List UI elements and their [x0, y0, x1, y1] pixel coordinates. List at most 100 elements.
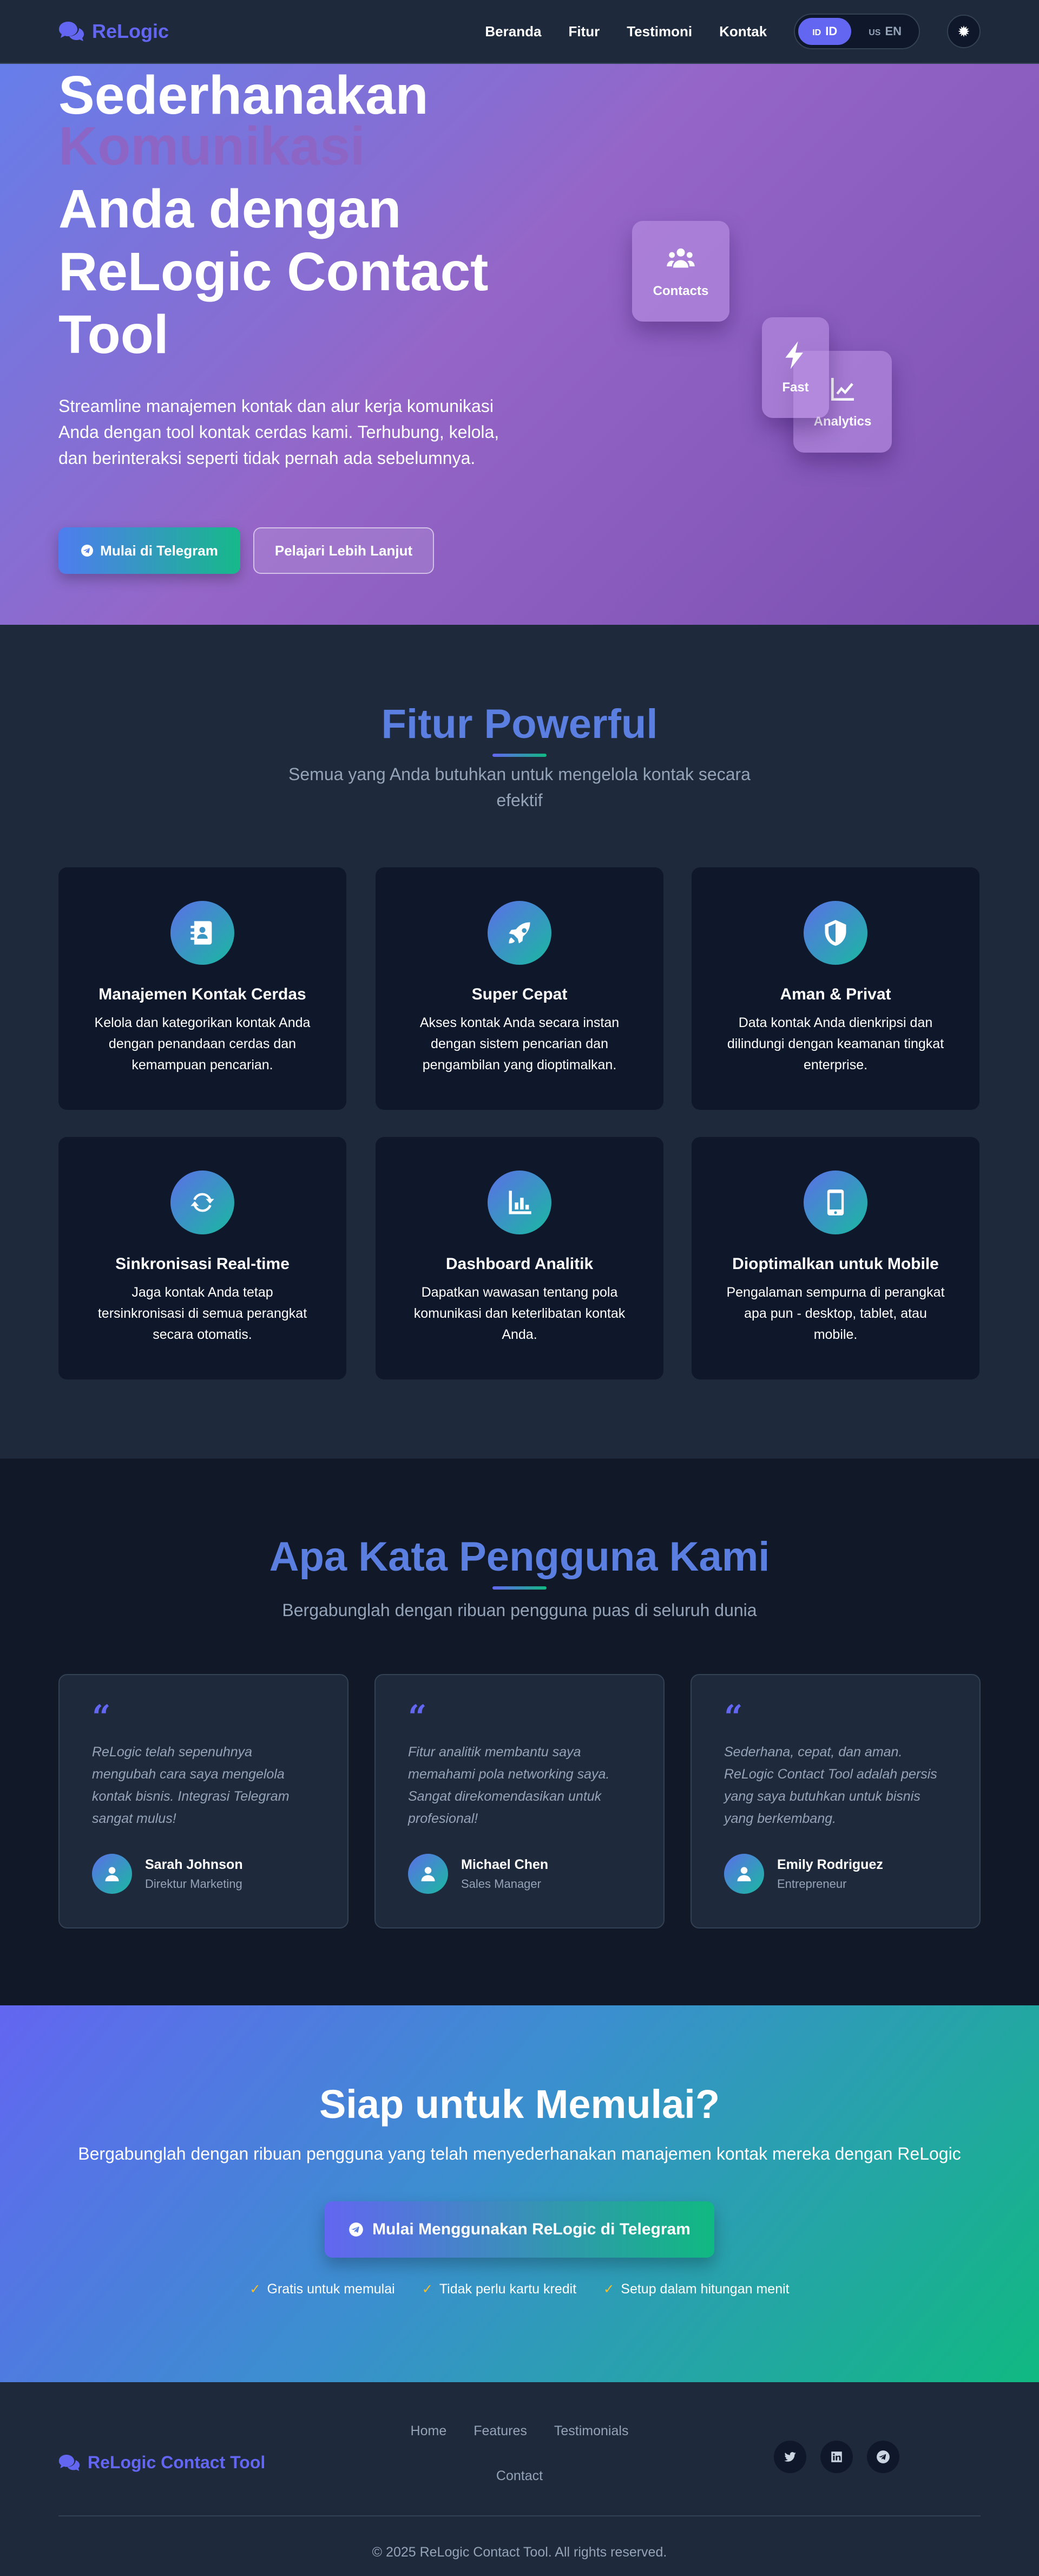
footer-brand-name: ReLogic Contact Tool	[88, 2453, 266, 2472]
features-subtitle: Semua yang Anda butuhkan untuk mengelola…	[288, 764, 751, 810]
rocket-icon	[509, 922, 530, 944]
feature-title: Dashboard Analitik	[445, 1255, 594, 1273]
nav-link-fitur[interactable]: Fitur	[568, 23, 600, 40]
author-role: Direktur Marketing	[145, 1877, 242, 1891]
nav-link-kontak[interactable]: Kontak	[719, 23, 767, 40]
lang-id-label: ID	[825, 24, 838, 38]
feature-card: Dashboard Analitik Dapatkan wawasan tent…	[376, 1137, 663, 1379]
theme-toggle-button[interactable]: ✹	[947, 15, 981, 48]
footer-link-contact[interactable]: Contact	[496, 2468, 543, 2484]
footer-divider	[58, 2515, 981, 2516]
testimonial-author: Sarah Johnson Direktur Marketing	[92, 1854, 243, 1894]
chart-icon	[509, 1191, 531, 1214]
user-icon	[737, 1867, 751, 1881]
avatar	[408, 1854, 448, 1894]
linkedin-button[interactable]	[820, 2441, 853, 2473]
telegram-icon	[877, 2450, 890, 2463]
user-icon	[105, 1867, 119, 1881]
feature-card: Sinkronisasi Real-time Jaga kontak Anda …	[58, 1137, 346, 1379]
footer-brand[interactable]: ReLogic Contact Tool	[58, 2453, 265, 2473]
quote-icon: “	[724, 1698, 743, 1736]
feature-icon-wrap	[170, 1171, 234, 1234]
user-icon	[421, 1867, 435, 1881]
footer-link-home[interactable]: Home	[411, 2423, 447, 2439]
twitter-icon	[784, 2452, 796, 2462]
check-item: ✓ Gratis untuk memulai	[249, 2281, 394, 2297]
telegram-icon	[349, 2222, 363, 2237]
footer-link-features[interactable]: Features	[474, 2423, 527, 2439]
learn-more-button[interactable]: Pelajari Lebih Lanjut	[253, 527, 434, 574]
feature-icon-wrap	[488, 901, 551, 965]
footer-links: Home Features Testimonials Contact	[379, 2423, 660, 2484]
feature-desc: Kelola dan kategorikan kontak Anda denga…	[94, 1015, 311, 1073]
start-telegram-button[interactable]: Mulai di Telegram	[58, 527, 240, 574]
check-label: Setup dalam hitungan menit	[621, 2281, 790, 2297]
check-label: Gratis untuk memulai	[267, 2281, 395, 2297]
cta-checklist: ✓ Gratis untuk memulai ✓ Tidak perlu kartu…	[0, 2281, 1039, 2297]
twitter-button[interactable]	[774, 2441, 806, 2473]
feature-card: Manajemen Kontak Cerdas Kelola dan kateg…	[58, 867, 346, 1110]
footer: ReLogic Contact Tool Home Features Testi…	[0, 2382, 1039, 2576]
chat-bubbles-icon	[59, 22, 84, 41]
lang-en-label: EN	[885, 24, 902, 38]
feature-card: Aman & Privat Data kontak Anda dienkrips…	[692, 867, 979, 1110]
users-icon	[667, 248, 695, 268]
feature-desc: Dapatkan wawasan tentang pola komunikasi…	[413, 1285, 626, 1342]
check-icon: ✓	[249, 2282, 261, 2297]
quote-icon: “	[408, 1698, 427, 1736]
check-icon: ✓	[603, 2282, 615, 2297]
lang-id-button[interactable]: ID ID	[798, 18, 852, 45]
language-switcher: ID ID US EN	[794, 14, 920, 49]
hero-title-rest: Anda dengan ReLogic Contact Tool	[58, 179, 489, 365]
fast-float-card: Fast	[762, 317, 829, 418]
hero-title: Sederhanakan Komunikasi Anda dengan ReLo…	[58, 64, 524, 366]
sync-icon	[190, 1193, 214, 1212]
feature-title: Super Cepat	[471, 985, 568, 1003]
feature-title: Sinkronisasi Real-time	[115, 1255, 290, 1273]
author-name: Emily Rodriguez	[777, 1856, 883, 1872]
telegram-button[interactable]	[867, 2441, 899, 2473]
feature-title: Manajemen Kontak Cerdas	[98, 985, 306, 1003]
telegram-icon	[81, 545, 94, 557]
feature-icon-wrap	[804, 901, 867, 965]
brand-logo[interactable]: ReLogic	[58, 20, 169, 43]
feature-icon-wrap	[488, 1171, 551, 1234]
feature-title: Dioptimalkan untuk Mobile	[732, 1255, 939, 1273]
features-title-underline	[492, 754, 547, 757]
testimonials-subtitle: Bergabunglah dengan ribuan pengguna puas…	[282, 1600, 757, 1620]
feature-desc: Pengalaman sempurna di perangkat apa pun…	[726, 1285, 945, 1342]
nav-link-beranda[interactable]: Beranda	[485, 23, 541, 40]
feature-icon-wrap	[804, 1171, 867, 1234]
avatar	[92, 1854, 132, 1894]
bolt-icon	[785, 341, 803, 369]
author-name: Michael Chen	[461, 1856, 549, 1872]
social-links	[774, 2441, 899, 2473]
feature-desc: Jaga kontak Anda tetap tersinkronisasi d…	[97, 1285, 307, 1342]
features-title: Fitur Powerful	[381, 701, 658, 747]
feature-title: Aman & Privat	[780, 985, 891, 1003]
contacts-card-label: Contacts	[653, 284, 709, 298]
fast-card-label: Fast	[782, 380, 809, 395]
testimonial-author: Emily Rodriguez Entrepreneur	[724, 1854, 883, 1894]
feature-desc: Akses kontak Anda secara instan dengan s…	[419, 1015, 620, 1073]
id-flag-icon: ID	[812, 28, 821, 37]
quote-icon: “	[92, 1698, 111, 1736]
check-item: ✓ Setup dalam hitungan menit	[603, 2281, 789, 2297]
check-icon: ✓	[422, 2282, 433, 2297]
contacts-float-card: Contacts	[632, 221, 729, 322]
footer-link-testimonials[interactable]: Testimonials	[554, 2423, 629, 2439]
testimonial-card: “ Sederhana, cepat, dan aman. ReLogic Co…	[691, 1674, 981, 1928]
cta-title: Siap untuk Memulai?	[319, 2082, 720, 2127]
feature-desc: Data kontak Anda dienkripsi dan dilindun…	[727, 1015, 944, 1073]
hero-title-line2: Komunikasi	[58, 116, 365, 176]
testimonials-title-underline	[492, 1586, 547, 1590]
features-section: Fitur Powerful Semua yang Anda butuhkan …	[0, 625, 1039, 1459]
chat-bubbles-icon	[58, 2454, 80, 2471]
author-role: Entrepreneur	[777, 1877, 847, 1891]
testimonial-card: “ Fitur analitik membantu saya memahami …	[374, 1674, 665, 1928]
cta-telegram-button[interactable]: Mulai Menggunakan ReLogic di Telegram	[325, 2201, 714, 2258]
hero-section: Sederhanakan Komunikasi Anda dengan ReLo…	[0, 64, 1039, 625]
nav-link-testimoni[interactable]: Testimoni	[627, 23, 692, 40]
lang-en-button[interactable]: US EN	[854, 18, 916, 45]
testimonial-author: Michael Chen Sales Manager	[408, 1854, 548, 1894]
